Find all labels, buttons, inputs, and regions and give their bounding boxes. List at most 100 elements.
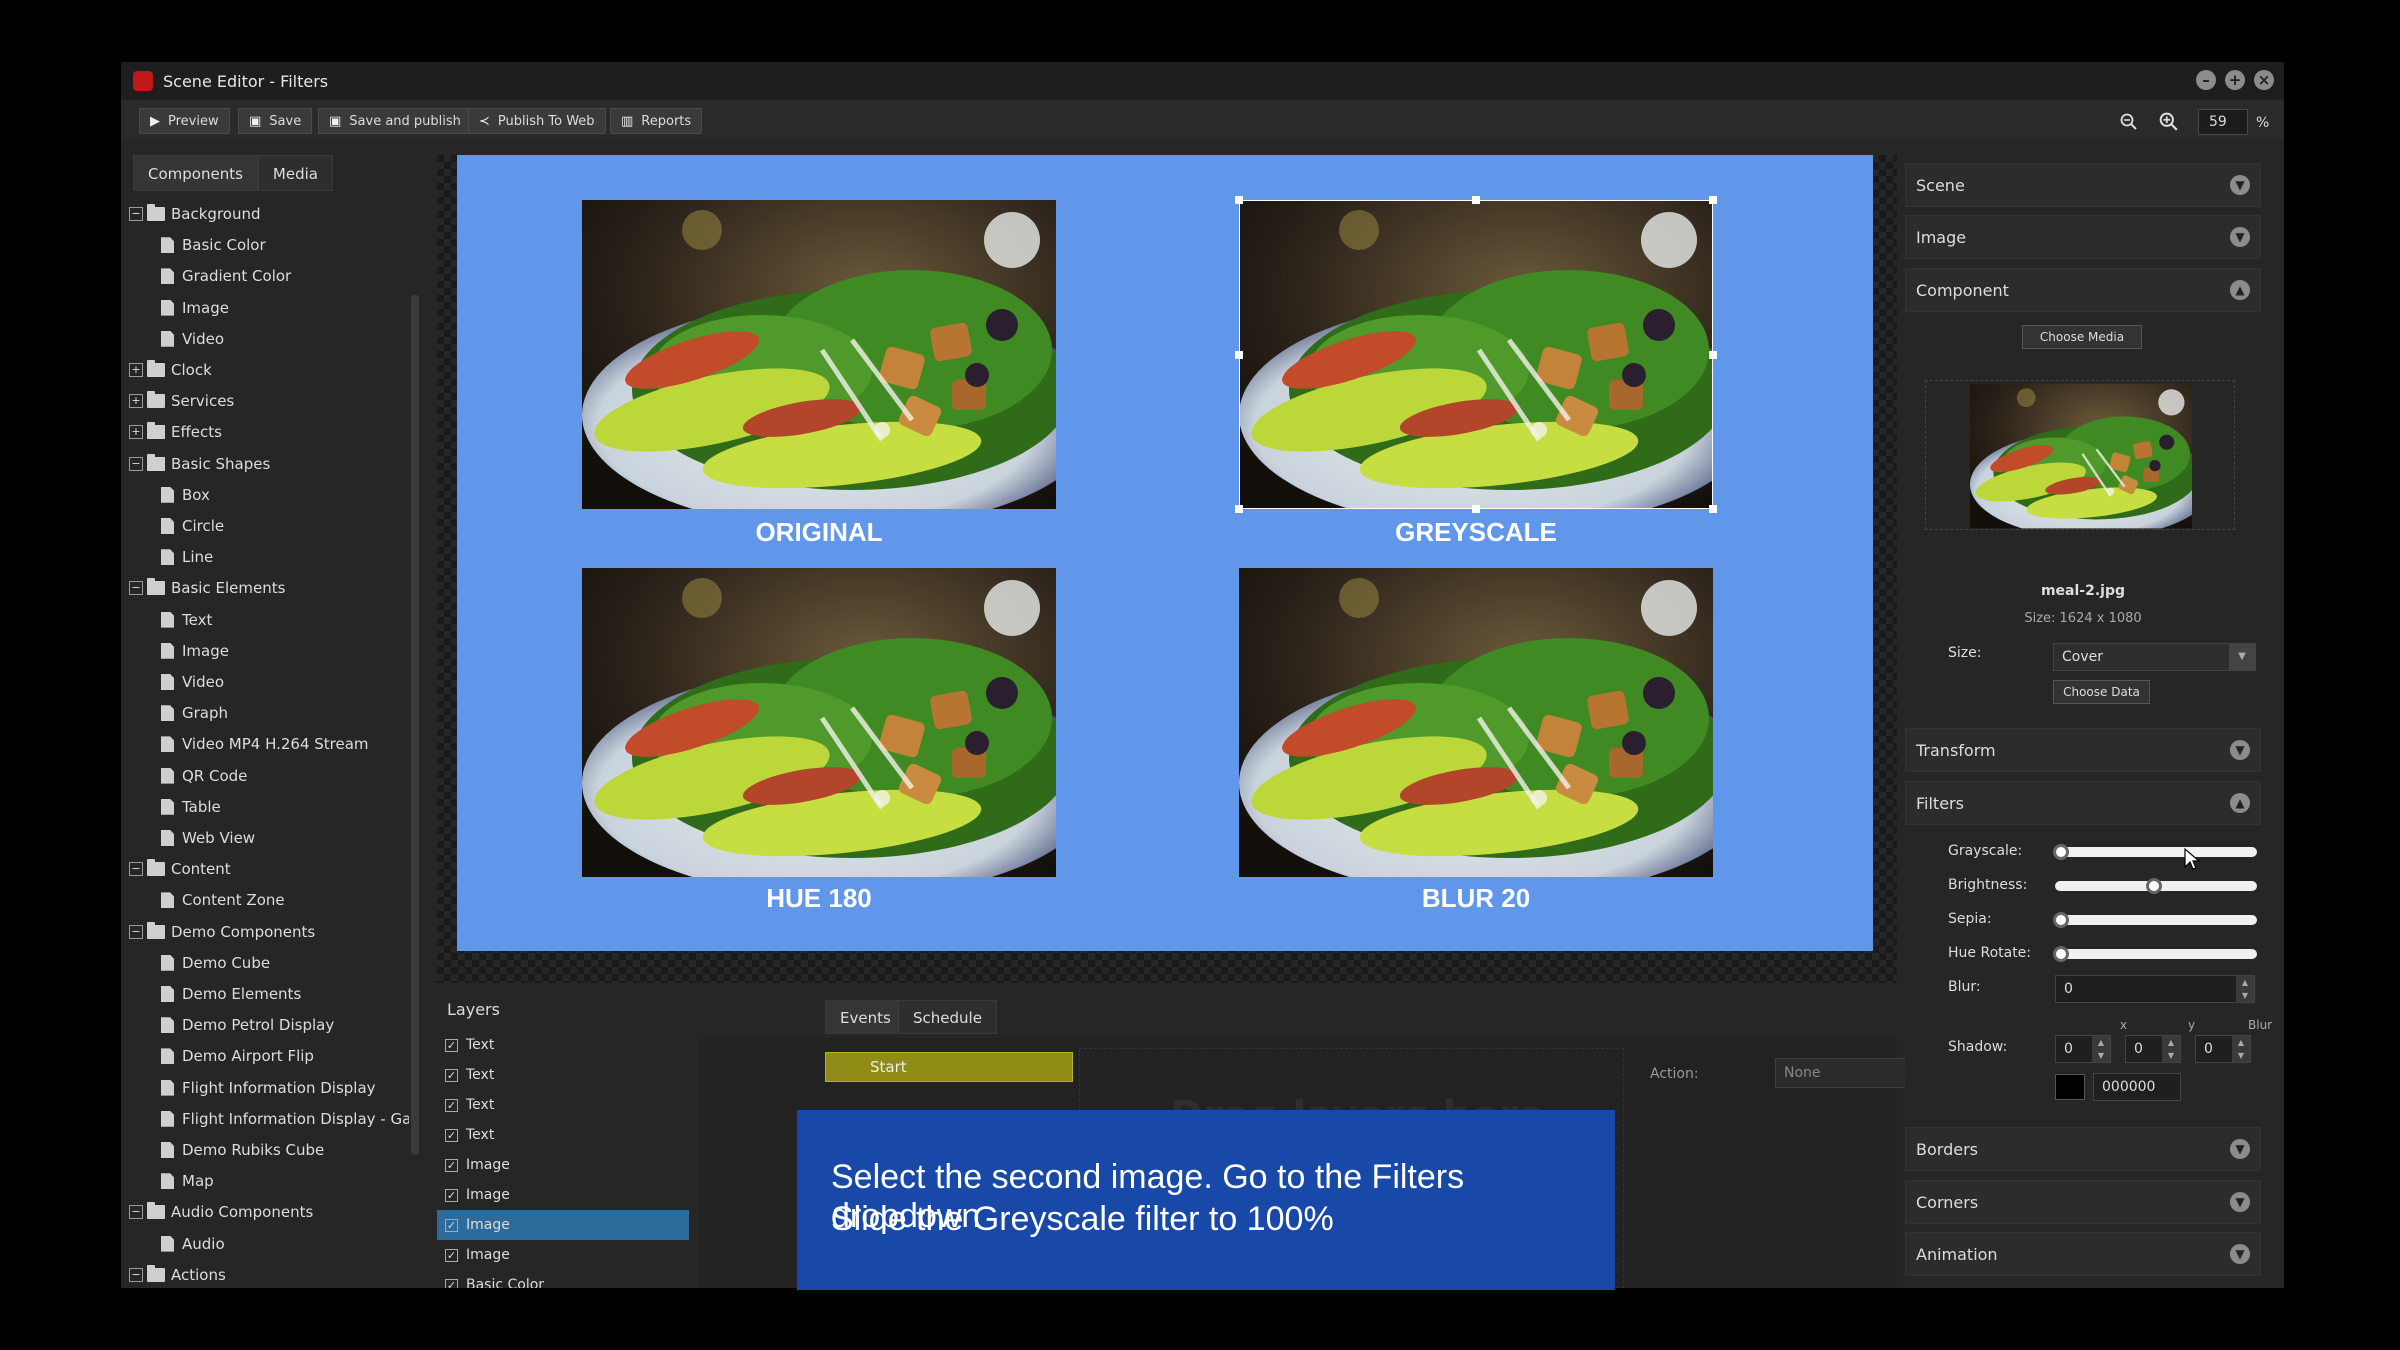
chevron-up-icon[interactable]: ▲ <box>2230 793 2250 813</box>
tree-item[interactable]: Flight Information Display - Gate <box>161 1104 409 1134</box>
stepper-icon[interactable]: ▲ ▼ <box>2092 1036 2110 1062</box>
tree-folder[interactable]: − Basic Shapes <box>129 449 270 479</box>
image-original[interactable] <box>582 200 1056 509</box>
shadow-x-input[interactable]: 0 ▲ ▼ <box>2055 1035 2111 1063</box>
tree-item[interactable]: Demo Cube <box>161 948 270 978</box>
visibility-checkbox[interactable]: ✓ <box>445 1068 458 1082</box>
tab-components[interactable]: Components <box>133 155 258 191</box>
tree-item[interactable]: QR Code <box>161 761 247 791</box>
chevron-down-icon[interactable]: ▼ <box>2230 175 2250 195</box>
layer-row[interactable]: ✓ Text <box>437 1120 689 1150</box>
resize-handle[interactable] <box>1472 505 1480 513</box>
shadow-color-swatch[interactable] <box>2055 1074 2085 1100</box>
tree-folder[interactable]: + Services <box>129 386 234 416</box>
image-hue[interactable] <box>582 568 1056 877</box>
chevron-down-icon[interactable]: ▼ <box>2230 1244 2250 1264</box>
zoom-input[interactable]: 59 <box>2198 109 2248 135</box>
visibility-checkbox[interactable]: ✓ <box>445 1218 458 1232</box>
minimize-icon[interactable]: – <box>2196 70 2216 90</box>
tree-folder[interactable]: − Actions <box>129 1260 226 1288</box>
layer-row[interactable]: ✓ Text <box>437 1090 689 1120</box>
stepper-icon[interactable]: ▲ ▼ <box>2236 976 2254 1002</box>
collapse-icon[interactable]: − <box>129 456 143 471</box>
choose-media-button[interactable]: Choose Media <box>2022 325 2142 349</box>
tree-item[interactable]: Demo Rubiks Cube <box>161 1135 324 1165</box>
tree-item[interactable]: Video <box>161 667 224 697</box>
tree-folder[interactable]: + Clock <box>129 355 212 385</box>
choose-data-button[interactable]: Choose Data <box>2053 680 2150 704</box>
reports-button[interactable]: ▥ Reports <box>610 108 703 134</box>
tree-item[interactable]: Web View <box>161 823 255 853</box>
hue-rotate-knob[interactable] <box>2053 946 2069 962</box>
shadow-color-input[interactable]: 000000 <box>2093 1073 2181 1101</box>
chevron-down-icon[interactable]: ▼ <box>2230 227 2250 247</box>
zoom-out-button[interactable] <box>2113 108 2145 136</box>
tab-media[interactable]: Media <box>257 155 333 191</box>
shadow-y-input[interactable]: 0 ▲ ▼ <box>2125 1035 2181 1063</box>
close-icon[interactable]: × <box>2254 70 2274 90</box>
visibility-checkbox[interactable]: ✓ <box>445 1098 458 1112</box>
layer-row[interactable]: ✓ Image <box>437 1180 689 1210</box>
layer-row[interactable]: ✓ Text <box>437 1030 689 1060</box>
chevron-down-icon[interactable]: ▼ <box>2230 740 2250 760</box>
stepper-icon[interactable]: ▲ ▼ <box>2232 1036 2250 1062</box>
tree-folder[interactable]: − Demo Components <box>129 917 315 947</box>
collapse-icon[interactable]: − <box>129 924 143 939</box>
visibility-checkbox[interactable]: ✓ <box>445 1158 458 1172</box>
tree-item[interactable]: Graph <box>161 698 228 728</box>
visibility-checkbox[interactable]: ✓ <box>445 1278 458 1288</box>
size-select[interactable]: Cover ▼ <box>2053 643 2256 671</box>
maximize-icon[interactable]: + <box>2225 70 2245 90</box>
visibility-checkbox[interactable]: ✓ <box>445 1128 458 1142</box>
section-scene[interactable]: Scene ▼ <box>1905 163 2261 207</box>
tree-folder[interactable]: − Basic Elements <box>129 573 285 603</box>
collapse-icon[interactable]: − <box>129 1205 143 1220</box>
sepia-slider[interactable] <box>2053 912 2257 928</box>
resize-handle[interactable] <box>1472 196 1480 204</box>
tree-item[interactable]: Demo Airport Flip <box>161 1041 314 1071</box>
save-button[interactable]: ▣ Save <box>238 108 313 134</box>
chevron-down-icon[interactable]: ▼ <box>2230 1139 2250 1159</box>
brightness-knob[interactable] <box>2146 878 2162 894</box>
tree-item[interactable]: Map <box>161 1166 214 1196</box>
layer-row[interactable]: ✓ Image <box>437 1210 689 1240</box>
layer-row[interactable]: ✓ Basic Color <box>437 1270 689 1288</box>
tab-events[interactable]: Events <box>825 1000 906 1034</box>
save-and-publish-button[interactable]: ▣ Save and publish <box>318 108 472 134</box>
shadow-blur-input[interactable]: 0 ▲ ▼ <box>2195 1035 2251 1063</box>
tree-item[interactable]: Audio <box>161 1229 225 1259</box>
resize-handle[interactable] <box>1235 196 1243 204</box>
tree-item[interactable]: Gradient Color <box>161 261 291 291</box>
section-component[interactable]: Component ▲ <box>1905 268 2261 312</box>
collapse-icon[interactable]: − <box>129 862 143 877</box>
tree-item[interactable]: Box <box>161 480 210 510</box>
tree-item[interactable]: Content Zone <box>161 885 285 915</box>
resize-handle[interactable] <box>1709 196 1717 204</box>
publish-to-web-button[interactable]: ≺ Publish To Web <box>468 108 606 134</box>
chevron-down-icon[interactable]: ▼ <box>2230 1192 2250 1212</box>
layer-row[interactable]: ✓ Image <box>437 1240 689 1270</box>
tab-schedule[interactable]: Schedule <box>898 1000 997 1034</box>
grayscale-knob[interactable] <box>2053 844 2069 860</box>
tree-scrollbar[interactable] <box>411 295 419 1155</box>
section-filters[interactable]: Filters ▲ <box>1905 781 2261 825</box>
section-corners[interactable]: Corners ▼ <box>1905 1180 2261 1224</box>
preview-button[interactable]: ▶ Preview <box>139 108 230 134</box>
resize-handle[interactable] <box>1709 351 1717 359</box>
section-transform[interactable]: Transform ▼ <box>1905 728 2261 772</box>
tree-item[interactable]: Image <box>161 636 229 666</box>
expand-icon[interactable]: + <box>129 363 143 377</box>
chevron-up-icon[interactable]: ▲ <box>2230 280 2250 300</box>
sepia-knob[interactable] <box>2053 912 2069 928</box>
visibility-checkbox[interactable]: ✓ <box>445 1248 458 1262</box>
expand-icon[interactable]: + <box>129 394 143 409</box>
tree-folder[interactable]: − Audio Components <box>129 1197 313 1227</box>
tree-item[interactable]: Video <box>161 324 224 354</box>
image-blur[interactable] <box>1239 568 1713 877</box>
tree-item[interactable]: Text <box>161 605 212 635</box>
section-borders[interactable]: Borders ▼ <box>1905 1127 2261 1171</box>
layer-row[interactable]: ✓ Text <box>437 1060 689 1090</box>
resize-handle[interactable] <box>1235 351 1243 359</box>
grayscale-slider[interactable] <box>2053 844 2257 860</box>
section-animation[interactable]: Animation ▼ <box>1905 1232 2261 1276</box>
